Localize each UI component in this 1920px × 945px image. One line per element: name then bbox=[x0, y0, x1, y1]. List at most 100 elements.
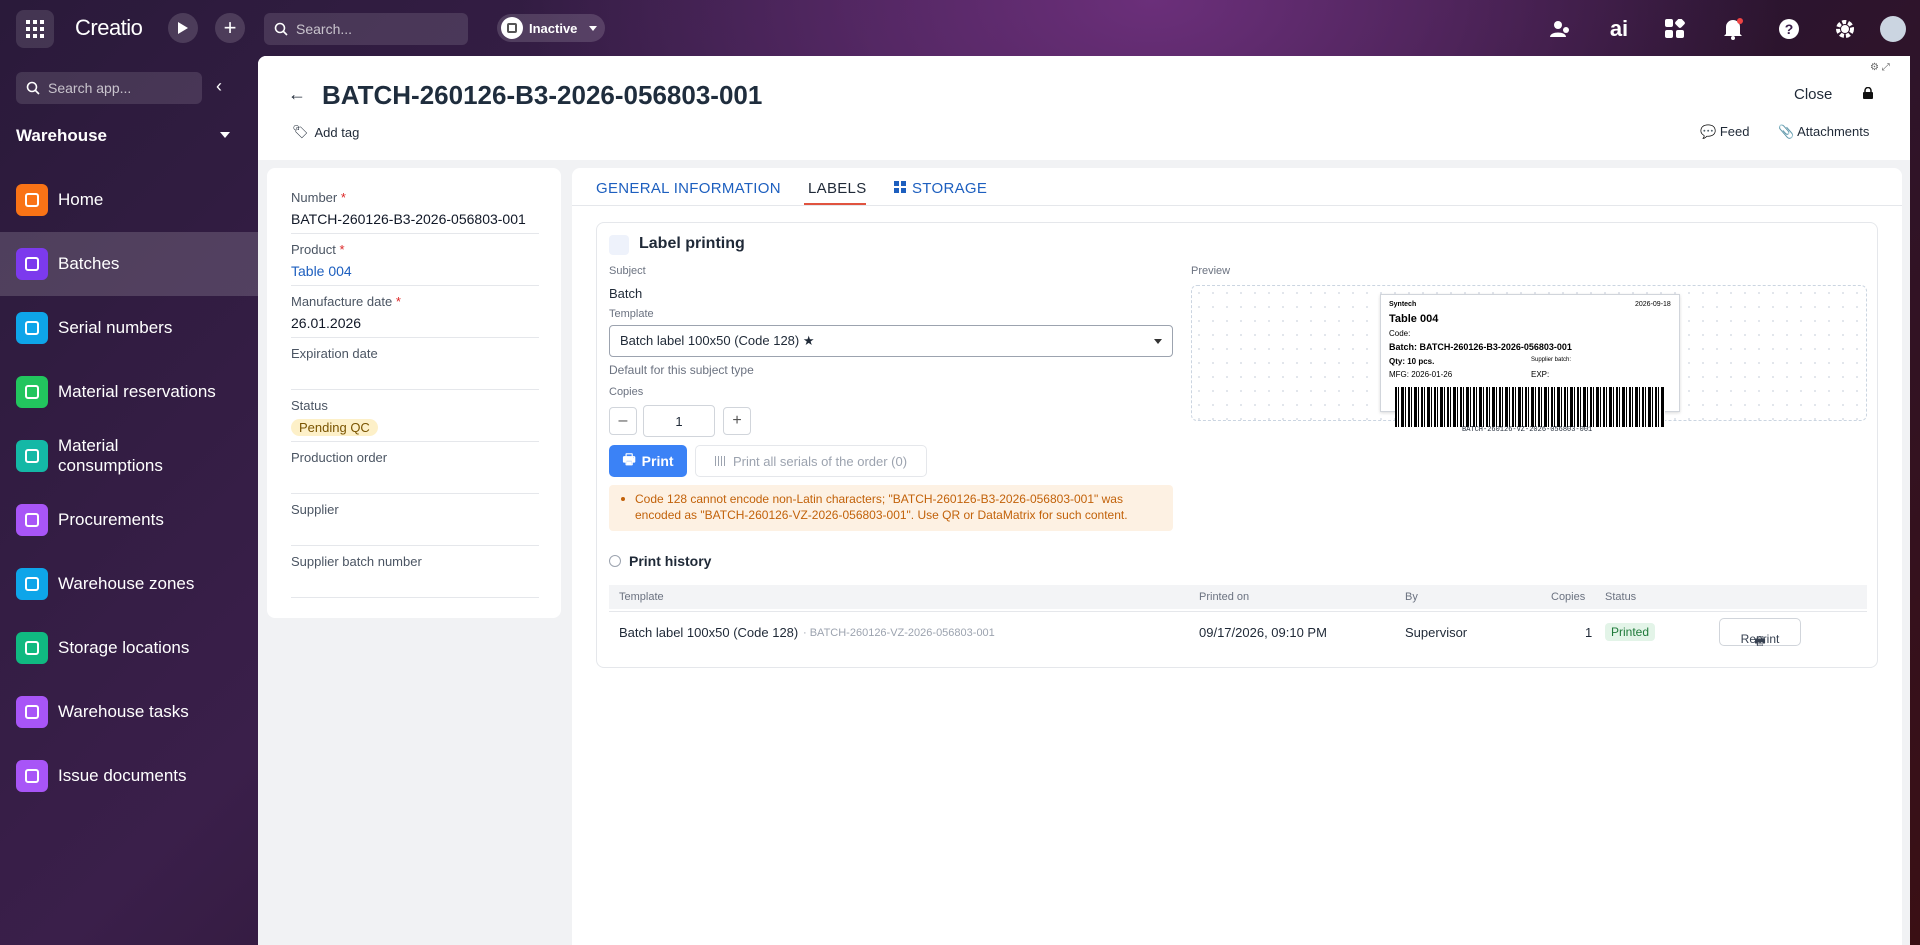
product-link[interactable]: Table 004 bbox=[291, 263, 539, 279]
consumptions-icon bbox=[16, 440, 48, 472]
reprint-button[interactable]: 🖶 Reprint bbox=[1719, 618, 1801, 648]
label-code: Code: bbox=[1389, 329, 1411, 338]
back-arrow-icon[interactable]: ← bbox=[288, 84, 306, 105]
field-label: Production order bbox=[291, 450, 388, 465]
clock-icon bbox=[609, 555, 621, 567]
print-button[interactable]: 🖶 Print bbox=[609, 445, 687, 477]
gear-icon[interactable] bbox=[1830, 14, 1860, 44]
grid-icon bbox=[894, 181, 906, 193]
status-dropdown[interactable]: Inactive bbox=[497, 14, 605, 42]
feed-button[interactable]: 💬 Feed bbox=[1700, 124, 1749, 140]
print-all-label: Print all serials of the order (0) bbox=[732, 453, 908, 469]
avatar[interactable] bbox=[1880, 16, 1906, 42]
template-select[interactable]: Batch label 100x50 (Code 128) ★ bbox=[609, 325, 1173, 357]
lock-icon[interactable] bbox=[1862, 87, 1874, 99]
tab-labels[interactable]: LABELS bbox=[808, 180, 867, 197]
sidebar-item-material-consumptions[interactable]: Material consumptions bbox=[0, 424, 258, 488]
chevron-down-icon bbox=[589, 25, 598, 31]
field-label: Supplier bbox=[291, 502, 339, 517]
column-status: Status bbox=[1605, 591, 1637, 603]
barcode-text: BATCH-260126-VZ-2026-056803-001 bbox=[1462, 426, 1593, 434]
sidebar-item-procurements[interactable]: Procurements bbox=[0, 488, 258, 552]
chat-icon: 💬 bbox=[1700, 124, 1720, 139]
product-field[interactable]: Product * Table 004 bbox=[291, 242, 539, 286]
page-title: BATCH-260126-B3-2026-056803-001 bbox=[322, 80, 763, 110]
row-printed-on: 09/17/2026, 09:10 PM bbox=[1199, 625, 1327, 640]
sidebar-item-issue-documents[interactable]: Issue documents bbox=[0, 744, 258, 808]
global-search[interactable]: Search... bbox=[264, 13, 468, 45]
sidebar-item-home[interactable]: Home bbox=[0, 168, 258, 232]
page-settings-icon[interactable]: ⚙ ⤢ bbox=[1870, 62, 1890, 73]
section-title: Label printing bbox=[639, 235, 745, 252]
chevron-down-icon[interactable] bbox=[220, 132, 230, 138]
play-icon bbox=[178, 22, 188, 34]
print-all-serials-button[interactable]: Print all serials of the order (0) bbox=[695, 445, 927, 477]
column-copies: Copies bbox=[1551, 591, 1586, 603]
chat-users-icon[interactable] bbox=[1546, 14, 1576, 44]
tabs-panel: GENERAL INFORMATION LABELS STORAGE Label… bbox=[572, 168, 1902, 945]
workspace-title[interactable]: Warehouse bbox=[16, 126, 107, 146]
record-header: ⚙ ⤢ ← BATCH-260126-B3-2026-056803-001 🏷 A… bbox=[258, 56, 1910, 160]
expiration-date-field[interactable]: Expiration date bbox=[291, 346, 539, 390]
procurements-icon bbox=[16, 504, 48, 536]
label-brand: Syntech bbox=[1389, 301, 1417, 308]
production-order-field[interactable]: Production order bbox=[291, 450, 539, 494]
label-product: Table 004 bbox=[1389, 313, 1439, 325]
run-process-button[interactable] bbox=[168, 13, 198, 43]
template-label: Template bbox=[609, 308, 654, 320]
tab-bar: GENERAL INFORMATION LABELS STORAGE bbox=[572, 168, 1902, 206]
subject-value: Batch bbox=[609, 286, 643, 301]
search-icon bbox=[26, 81, 40, 95]
documents-icon bbox=[16, 760, 48, 792]
help-icon[interactable]: ? bbox=[1774, 14, 1804, 44]
app-search-input[interactable]: Search app... bbox=[16, 72, 202, 104]
tab-general-information[interactable]: GENERAL INFORMATION bbox=[596, 180, 781, 197]
app-search-placeholder: Search app... bbox=[48, 80, 132, 96]
sidebar-item-label: Batches bbox=[58, 254, 120, 273]
sidebar-item-warehouse-tasks[interactable]: Warehouse tasks bbox=[0, 680, 258, 744]
global-search-placeholder: Search... bbox=[296, 21, 353, 37]
collapse-sidebar-icon[interactable]: ‹ bbox=[216, 76, 222, 97]
subject-label: Subject bbox=[609, 265, 646, 277]
table-row: Batch label 100x50 (Code 128) · BATCH-26… bbox=[609, 611, 1867, 653]
supplier-field[interactable]: Supplier bbox=[291, 502, 539, 546]
top-bar: Creatio + Search... Inactive ai ? bbox=[0, 0, 1920, 56]
app-grid-button[interactable] bbox=[16, 10, 54, 48]
label-qty: Qty: 10 pcs. bbox=[1389, 357, 1435, 366]
bell-icon[interactable] bbox=[1718, 14, 1748, 44]
record-page: ⚙ ⤢ ← BATCH-260126-B3-2026-056803-001 🏷 A… bbox=[258, 56, 1910, 945]
chevron-down-icon bbox=[1154, 338, 1162, 344]
sidebar-item-storage-locations[interactable]: Storage locations bbox=[0, 616, 258, 680]
copies-input[interactable]: 1 bbox=[643, 405, 715, 437]
copies-decrement-button[interactable]: – bbox=[609, 407, 637, 435]
ai-icon[interactable]: ai bbox=[1604, 14, 1634, 44]
add-button[interactable]: + bbox=[215, 13, 245, 43]
tab-storage-label: STORAGE bbox=[912, 180, 988, 197]
manufacture-date-field[interactable]: Manufacture date * 26.01.2026 bbox=[291, 294, 539, 338]
tag-icon: 🏷 bbox=[292, 124, 309, 139]
attachments-label: Attachments bbox=[1797, 124, 1870, 139]
print-history-title: Print history bbox=[629, 553, 712, 569]
label-batch: Batch: BATCH-260126-B3-2026-056803-001 bbox=[1389, 342, 1572, 352]
locations-icon bbox=[16, 632, 48, 664]
number-field[interactable]: Number * BATCH-260126-B3-2026-056803-001 bbox=[291, 190, 539, 234]
print-label: Print bbox=[641, 453, 674, 469]
logo[interactable]: Creatio bbox=[75, 15, 143, 41]
column-by: By bbox=[1405, 591, 1418, 603]
sidebar: Search app... ‹ Warehouse Home Batches S… bbox=[0, 56, 258, 945]
sidebar-item-material-reservations[interactable]: Material reservations bbox=[0, 360, 258, 424]
column-template: Template bbox=[619, 591, 664, 603]
barcode bbox=[1395, 387, 1665, 427]
supplier-batch-field[interactable]: Supplier batch number bbox=[291, 554, 539, 598]
status-field[interactable]: Status Pending QC bbox=[291, 398, 539, 442]
copies-increment-button[interactable]: + bbox=[723, 407, 751, 435]
attachments-button[interactable]: 📎 Attachments bbox=[1778, 124, 1869, 140]
sidebar-item-batches[interactable]: Batches bbox=[0, 232, 258, 296]
close-button[interactable]: Close bbox=[1794, 86, 1832, 103]
add-tag-button[interactable]: 🏷 Add tag bbox=[292, 124, 359, 140]
apps-icon[interactable] bbox=[1660, 14, 1690, 44]
sidebar-item-warehouse-zones[interactable]: Warehouse zones bbox=[0, 552, 258, 616]
sidebar-item-serial-numbers[interactable]: Serial numbers bbox=[0, 296, 258, 360]
tab-storage[interactable]: STORAGE bbox=[894, 180, 987, 197]
sidebar-item-label: Serial numbers bbox=[58, 318, 173, 337]
